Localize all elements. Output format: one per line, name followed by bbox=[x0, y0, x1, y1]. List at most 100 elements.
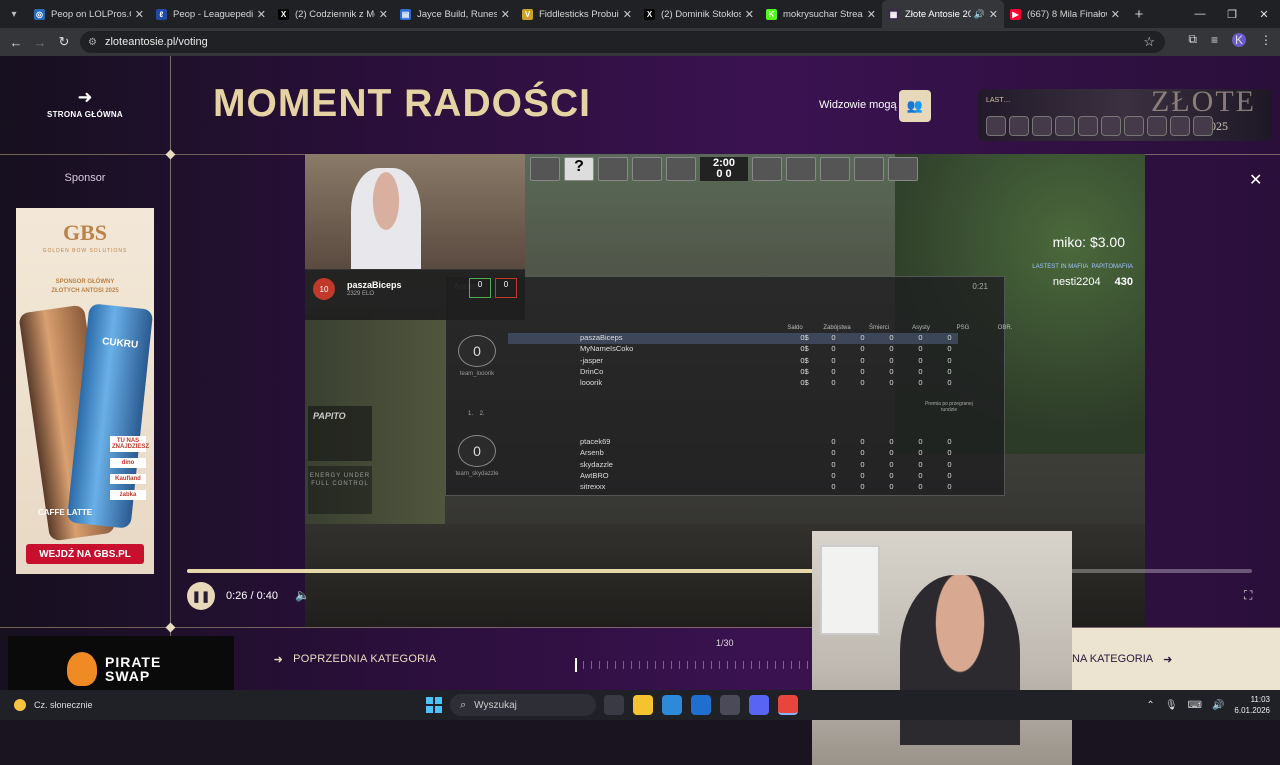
category-tick[interactable] bbox=[655, 661, 656, 669]
browser-tab[interactable]: ◎ Peop on LOLPros.GG ✕ bbox=[28, 0, 150, 28]
tab-search-button[interactable]: ▾ bbox=[0, 0, 28, 28]
browser-tab[interactable]: Kmokrysuchar Stream… ✕ bbox=[760, 0, 882, 28]
store-icon[interactable] bbox=[720, 695, 740, 715]
speaker-icon[interactable]: 🔊 bbox=[1212, 700, 1224, 711]
microphone-icon[interactable]: 🎙 bbox=[1165, 700, 1178, 711]
browser-tab[interactable]: ▶ (667) 8 Mila Finałowa… ✕ bbox=[1004, 0, 1126, 28]
taskbar-clock[interactable]: 11:03 6.01.2026 bbox=[1234, 694, 1270, 716]
overlay-icon bbox=[1009, 116, 1029, 136]
ad-cta-button[interactable]: WEJDŹ NA GBS.PL bbox=[26, 544, 144, 564]
category-tick[interactable] bbox=[775, 661, 776, 669]
tab-close-icon[interactable]: ✕ bbox=[1111, 8, 1120, 21]
pause-button[interactable]: ❚❚ bbox=[187, 582, 215, 610]
tab-close-icon[interactable]: ✕ bbox=[379, 8, 388, 21]
category-tick[interactable] bbox=[807, 661, 808, 669]
browser-tab[interactable]: X (2) Codziennik z Mon… ✕ bbox=[272, 0, 394, 28]
category-tick[interactable] bbox=[735, 661, 736, 669]
category-tick[interactable] bbox=[751, 661, 752, 669]
sponsor-ad[interactable]: GBS GOLDEN BOW SOLUTIONS SPONSOR GŁÓWNY … bbox=[16, 208, 154, 574]
chevron-up-icon[interactable]: ⌃ bbox=[1146, 700, 1154, 711]
browser-tab[interactable]: X (2) Dominik Stokłosa… ✕ bbox=[638, 0, 760, 28]
category-tick[interactable] bbox=[647, 661, 648, 669]
category-tick[interactable] bbox=[599, 661, 600, 669]
browser-tab[interactable]: ▤ Jayce Build, Runes, an… ✕ bbox=[394, 0, 516, 28]
category-tick[interactable] bbox=[615, 661, 616, 669]
category-tick[interactable] bbox=[607, 661, 608, 669]
stat-cell: 0 bbox=[831, 378, 836, 388]
tab-close-icon[interactable]: ✕ bbox=[623, 8, 632, 21]
bookmark-star-icon[interactable]: ☆ bbox=[1143, 34, 1155, 50]
restore-icon[interactable]: ❐ bbox=[1216, 0, 1248, 28]
back-button[interactable]: ← bbox=[4, 30, 28, 54]
scoreboard-column-header: OBR. bbox=[997, 325, 1013, 331]
scoreboard-row: looorik 0$ 0 0 0 0 0 bbox=[508, 378, 958, 389]
category-ticks[interactable] bbox=[575, 658, 815, 672]
close-icon[interactable]: ✕ bbox=[1249, 170, 1262, 190]
mafia-labels: LASTEST IN MAFIIA PAPITOMAFIIA bbox=[1032, 264, 1133, 270]
category-tick[interactable] bbox=[767, 661, 768, 669]
tab-favicon-icon: K bbox=[766, 8, 777, 20]
player-name: skydazzle bbox=[580, 459, 613, 469]
reload-button[interactable]: ↻ bbox=[52, 30, 76, 54]
forward-button[interactable]: → bbox=[28, 30, 52, 54]
site-info-icon[interactable]: ⚙ bbox=[88, 37, 97, 48]
stat-cell: 0 bbox=[947, 355, 952, 365]
discord-icon[interactable] bbox=[749, 695, 769, 715]
tab-close-icon[interactable]: ✕ bbox=[501, 8, 510, 21]
browser-menu-icon[interactable]: ⋮ bbox=[1260, 33, 1272, 47]
network-icon[interactable]: ⌨ bbox=[1188, 700, 1202, 711]
next-category-button[interactable]: NA KATEGORIA ➜ bbox=[1072, 628, 1280, 690]
scoreboard-row: AwtBRO 0 0 0 0 0 bbox=[508, 471, 958, 482]
reading-list-icon[interactable]: ≡ bbox=[1211, 33, 1218, 47]
tab-close-icon[interactable]: ✕ bbox=[867, 8, 876, 21]
tab-audio-icon[interactable]: 🔊 bbox=[974, 9, 985, 20]
video-progress-bar[interactable] bbox=[187, 569, 1252, 573]
category-tick[interactable] bbox=[759, 661, 760, 669]
profile-avatar[interactable]: K bbox=[1232, 32, 1246, 47]
chrome-icon[interactable] bbox=[778, 695, 798, 715]
tab-close-icon[interactable]: ✕ bbox=[745, 8, 754, 21]
fullscreen-icon[interactable]: ⛶ bbox=[1244, 588, 1252, 603]
papito-text: PAPITO bbox=[313, 411, 346, 421]
category-tick[interactable] bbox=[575, 658, 577, 672]
category-tick[interactable] bbox=[727, 661, 728, 669]
new-tab-button[interactable]: + bbox=[1126, 6, 1152, 23]
task-view-icon[interactable] bbox=[604, 695, 624, 715]
outlook-icon[interactable] bbox=[691, 695, 711, 715]
browser-tab[interactable]: ℓ Peop - Leaguepedia | League of Legends ✕ bbox=[150, 0, 272, 28]
browser-tab[interactable]: ▦ Złote Antosie 2025🔊 ✕ bbox=[882, 0, 1004, 28]
category-tick[interactable] bbox=[623, 661, 624, 669]
close-window-icon[interactable]: ✕ bbox=[1248, 0, 1280, 28]
tab-close-icon[interactable]: ✕ bbox=[989, 8, 998, 21]
category-tick[interactable] bbox=[791, 661, 792, 669]
volume-icon[interactable]: 🔈 bbox=[295, 588, 310, 602]
weather-widget[interactable]: Cz. słonecznie bbox=[14, 699, 93, 711]
category-tick[interactable] bbox=[743, 661, 744, 669]
tab-close-icon[interactable]: ✕ bbox=[257, 8, 266, 21]
home-link[interactable]: ➜ STRONA GŁÓWNA bbox=[30, 88, 140, 119]
category-tick[interactable] bbox=[639, 661, 640, 669]
category-tick[interactable] bbox=[695, 661, 696, 669]
category-tick[interactable] bbox=[719, 661, 720, 669]
category-tick[interactable] bbox=[679, 661, 680, 669]
category-tick[interactable] bbox=[711, 661, 712, 669]
category-tick[interactable] bbox=[663, 661, 664, 669]
category-tick[interactable] bbox=[631, 661, 632, 669]
browser-tab[interactable]: V Fiddlesticks Probuild… ✕ bbox=[516, 0, 638, 28]
category-tick[interactable] bbox=[799, 661, 800, 669]
category-tick[interactable] bbox=[671, 661, 672, 669]
category-tick[interactable] bbox=[591, 661, 592, 669]
tab-close-icon[interactable]: ✕ bbox=[135, 8, 144, 21]
extensions-icon[interactable]: ⧉ bbox=[1188, 32, 1197, 47]
category-tick[interactable] bbox=[703, 661, 704, 669]
minimize-icon[interactable]: — bbox=[1184, 0, 1216, 28]
viewers-vote-button[interactable]: 👥 bbox=[899, 90, 931, 122]
taskbar-search[interactable]: ⌕ Wyszukaj bbox=[450, 694, 596, 716]
edge-icon[interactable] bbox=[662, 695, 682, 715]
category-tick[interactable] bbox=[687, 661, 688, 669]
category-tick[interactable] bbox=[783, 661, 784, 669]
url-input[interactable]: ⚙ zloteantosie.pl/voting ☆ bbox=[80, 31, 1165, 53]
start-button[interactable] bbox=[426, 697, 442, 713]
category-tick[interactable] bbox=[583, 661, 584, 669]
file-explorer-icon[interactable] bbox=[633, 695, 653, 715]
